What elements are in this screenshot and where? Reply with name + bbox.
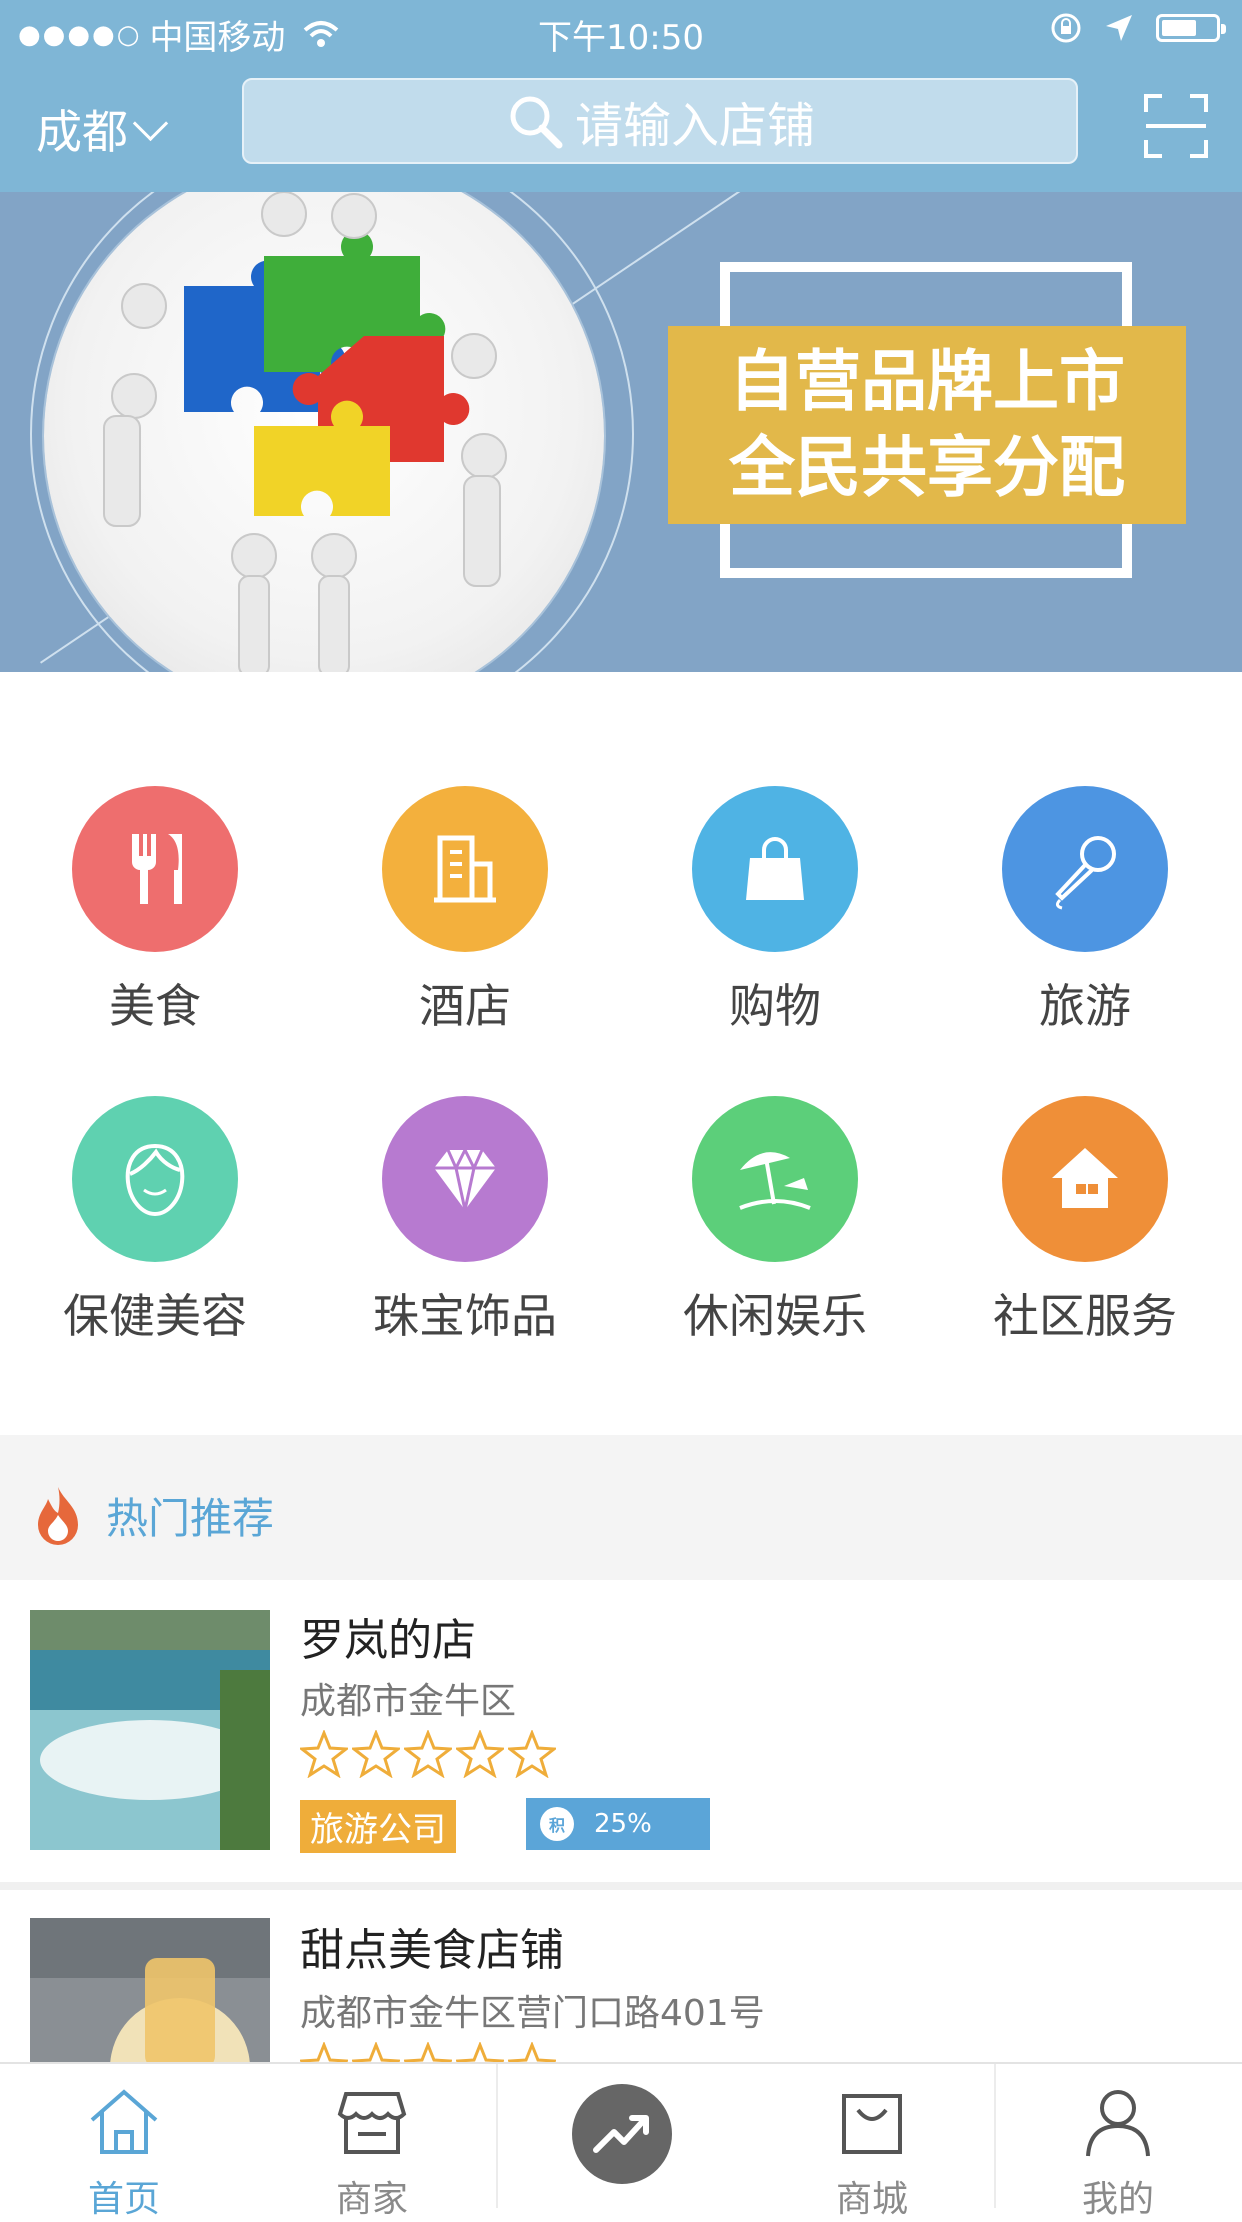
category-food[interactable]: 美食: [0, 786, 310, 1036]
tab-separator: [496, 2064, 498, 2208]
points-icon: 积: [540, 1807, 574, 1841]
category-jewelry[interactable]: 珠宝饰品: [310, 1096, 620, 1346]
tab-label: 商家: [335, 2179, 408, 2220]
star-outline-icon: [300, 1730, 348, 1778]
category-label: 休闲娱乐: [683, 1289, 867, 1343]
hot-recommend-header: 热门推荐: [0, 1435, 1242, 1580]
search-icon: [510, 96, 563, 149]
promo-banner[interactable]: 自营品牌上市 全民共享分配: [0, 192, 1242, 672]
building-icon: [382, 786, 548, 952]
star-rating: [300, 1730, 556, 1778]
category-label: 珠宝饰品: [373, 1289, 557, 1343]
diamond-icon: [382, 1096, 548, 1262]
battery-icon: [1156, 14, 1226, 42]
location-arrow-icon: [1106, 15, 1132, 41]
tab-home[interactable]: 首页: [0, 2064, 248, 2220]
status-time: 下午10:50: [538, 18, 704, 58]
star-outline-icon: [352, 2042, 400, 2062]
store-name: 甜点美食店铺: [300, 1925, 564, 1976]
microphone-icon: [1002, 786, 1168, 952]
star-outline-icon: [404, 2042, 452, 2062]
store-thumbnail-waterfall: [30, 1610, 270, 1850]
tab-mall[interactable]: 商城: [748, 2064, 996, 2220]
star-outline-icon: [456, 2042, 504, 2062]
slogan-line-1: 自营品牌上市: [729, 343, 1125, 420]
category-label: 酒店: [419, 979, 511, 1033]
store-address: 成都市金牛区营门口路401号: [300, 1993, 765, 2034]
home-icon: [90, 2089, 158, 2154]
store-address: 成都市金牛区: [300, 1681, 517, 1722]
category-community[interactable]: 社区服务: [930, 1096, 1240, 1346]
person-icon: [1086, 2090, 1150, 2157]
store-name: 罗岚的店: [300, 1615, 476, 1666]
section-title: 热门推荐: [106, 1494, 275, 1543]
star-outline-icon: [508, 1730, 556, 1778]
category-label: 美食: [109, 979, 201, 1033]
category-label: 旅游: [1039, 979, 1131, 1033]
rotation-lock-icon: [1051, 13, 1081, 43]
banner-slogan: 自营品牌上市 全民共享分配: [668, 326, 1186, 524]
beach-umbrella-icon: [692, 1096, 858, 1262]
face-icon: [72, 1096, 238, 1262]
category-hotel[interactable]: 酒店: [310, 786, 620, 1036]
category-label: 购物: [729, 979, 821, 1033]
category-grid: 美食 酒店 购物 旅游 保健美容 珠宝饰品 休闲娱乐 社区服务: [0, 700, 1242, 1435]
store-thumbnail-dessert: [30, 1918, 270, 2062]
top-bar: 成都 请输入店铺: [0, 64, 1242, 192]
flame-icon: [38, 1487, 78, 1545]
house-icon: [1002, 1096, 1168, 1262]
scan-icon[interactable]: [1144, 94, 1208, 158]
tab-label: 首页: [87, 2179, 160, 2220]
category-label: 保健美容: [63, 1289, 247, 1343]
city-label: 成都: [36, 105, 128, 159]
category-label: 社区服务: [993, 1289, 1177, 1343]
status-bar: ●●●●○ 中国移动 下午10:50: [0, 0, 1242, 64]
star-outline-icon: [352, 1730, 400, 1778]
tab-separator: [994, 2064, 996, 2208]
slogan-line-2: 全民共享分配: [729, 429, 1125, 506]
category-beauty[interactable]: 保健美容: [0, 1096, 310, 1346]
trend-button[interactable]: [572, 2084, 672, 2184]
list-divider: [0, 1882, 1242, 1890]
trend-icon: [593, 2115, 649, 2153]
category-leisure[interactable]: 休闲娱乐: [620, 1096, 930, 1346]
fork-knife-icon: [72, 786, 238, 952]
points-percent: 25%: [594, 1809, 652, 1839]
star-outline-icon: [456, 1730, 504, 1778]
shopping-bag-icon: [692, 786, 858, 952]
bag-icon: [842, 2094, 902, 2154]
star-outline-icon: [300, 2042, 348, 2062]
tab-mine[interactable]: 我的: [994, 2064, 1242, 2220]
star-outline-icon: [508, 2042, 556, 2062]
store-icon: [337, 2092, 407, 2154]
category-travel[interactable]: 旅游: [930, 786, 1240, 1036]
category-tag: 旅游公司: [300, 1800, 456, 1853]
star-outline-icon: [404, 1730, 452, 1778]
chevron-down-icon: [132, 105, 169, 141]
star-rating: [300, 2042, 556, 2062]
tab-label: 商城: [835, 2179, 908, 2220]
points-percent-badge: 积 25%: [526, 1798, 710, 1850]
search-placeholder: 请输入店铺: [574, 98, 815, 154]
store-card[interactable]: 甜点美食店铺 成都市金牛区营门口路401号: [0, 1890, 1242, 2062]
tab-label: 我的: [1081, 2179, 1154, 2220]
city-selector[interactable]: 成都: [36, 96, 169, 162]
tab-merchants[interactable]: 商家: [248, 2064, 496, 2220]
store-card[interactable]: 罗岚的店 成都市金牛区 旅游公司 积 25%: [0, 1580, 1242, 1882]
search-input[interactable]: 请输入店铺: [242, 78, 1078, 164]
category-shopping[interactable]: 购物: [620, 786, 930, 1036]
puzzle-team-illustration: [44, 192, 604, 672]
